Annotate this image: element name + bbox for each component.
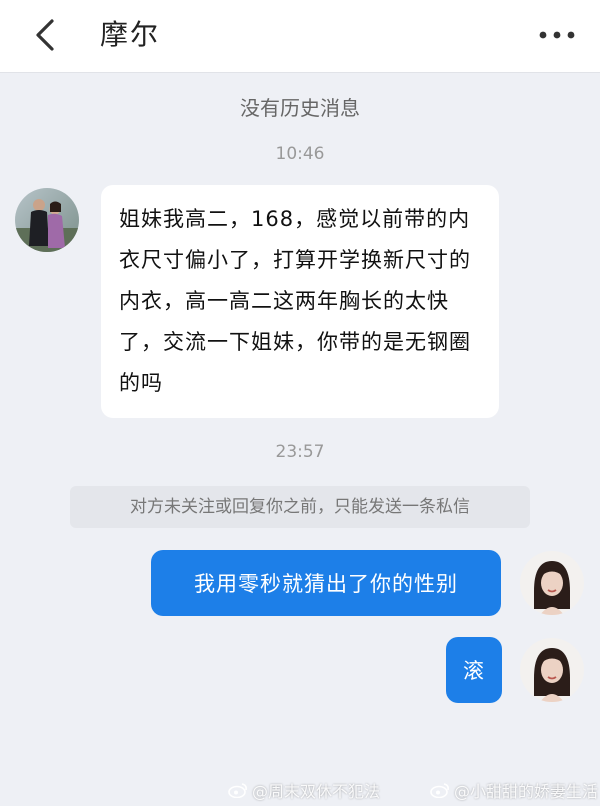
- user-avatar[interactable]: [520, 551, 584, 615]
- watermark-right: @小甜甜的娇妻生活: [430, 778, 598, 802]
- chevron-left-icon: [36, 19, 54, 51]
- more-dots-icon: [539, 31, 575, 39]
- portrait-icon: [520, 551, 584, 615]
- incoming-message-bubble[interactable]: 姐妹我高二，168，感觉以前带的内衣尺寸偏小了，打算开学换新尺寸的内衣，高一高二…: [101, 185, 499, 418]
- weibo-logo-icon: [228, 783, 247, 798]
- page-title: 摩尔: [100, 18, 161, 51]
- portrait-icon: [520, 638, 584, 702]
- timestamp: 23:57: [275, 442, 325, 462]
- messaging-limit-notice: 对方未关注或回复你之前，只能发送一条私信: [70, 486, 530, 528]
- more-options-button[interactable]: [532, 10, 582, 60]
- watermark-left: @周末双休不犯法: [228, 778, 380, 802]
- outgoing-message-bubble[interactable]: 我用零秒就猜出了你的性别: [151, 550, 501, 616]
- weibo-logo-icon: [430, 783, 449, 798]
- timestamp: 10:46: [275, 144, 325, 164]
- back-button[interactable]: [22, 10, 72, 60]
- watermark-text: @小甜甜的娇妻生活: [454, 782, 599, 801]
- user-avatar[interactable]: [520, 638, 584, 702]
- couple-photo-icon: [15, 188, 79, 252]
- outgoing-message-bubble[interactable]: 滚: [446, 637, 502, 703]
- chat-header: 摩尔: [0, 0, 600, 73]
- no-history-label: 没有历史消息: [240, 96, 360, 120]
- contact-avatar[interactable]: [15, 188, 79, 252]
- watermark-text: @周末双休不犯法: [252, 782, 381, 801]
